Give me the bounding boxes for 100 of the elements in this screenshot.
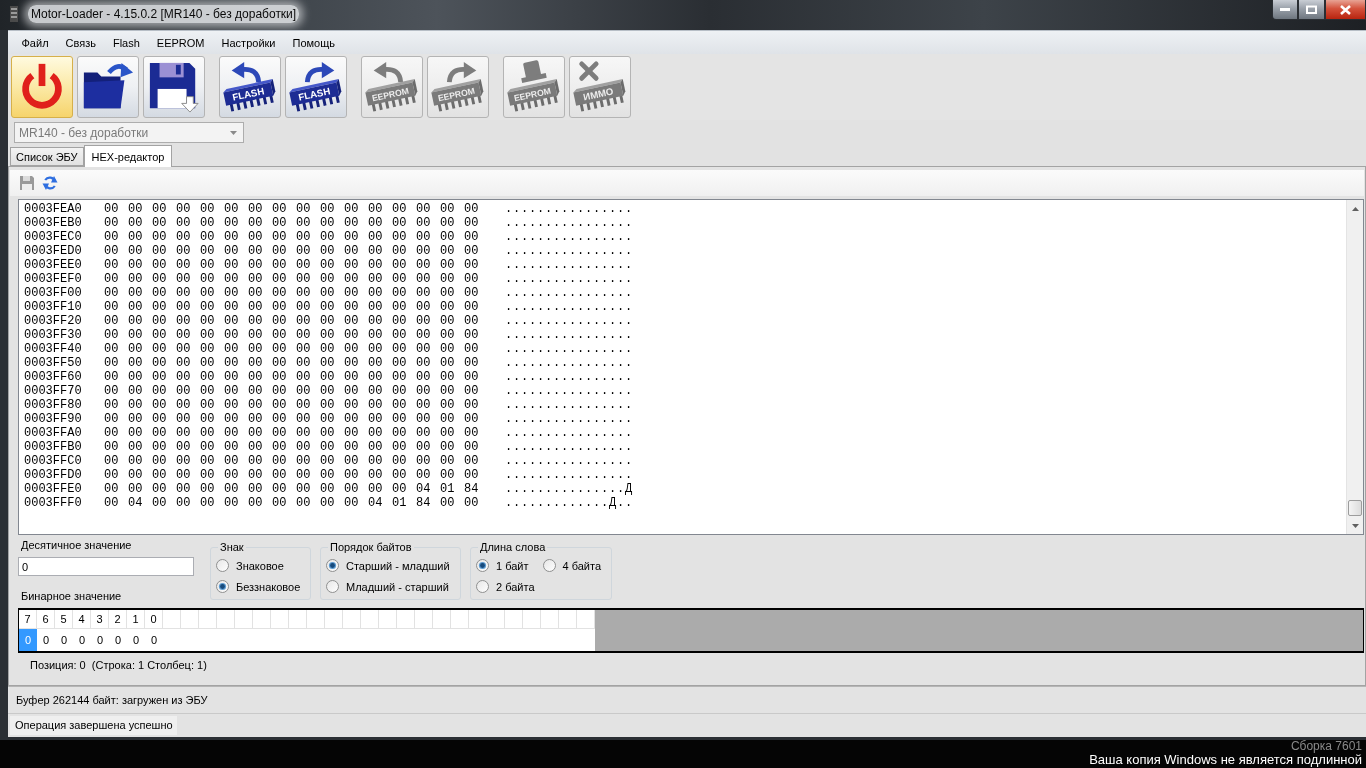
refresh-icon — [42, 175, 58, 191]
decimal-value-field[interactable]: 0 — [18, 557, 194, 576]
radio-button-icon[interactable] — [326, 559, 339, 572]
radio-button-icon[interactable] — [476, 580, 489, 593]
hex-address: 0003FEE0 — [24, 258, 83, 272]
radio-label[interactable]: 4 байта — [562, 559, 602, 572]
hex-ascii: ................ — [505, 272, 634, 286]
hex-bytes: 00 00 00 00 00 00 00 00 00 00 00 00 00 00 00 00 — [104, 342, 480, 356]
desktop-notice: Сборка 7601 — [1290, 740, 1362, 752]
menu-item[interactable]: Flash — [104, 32, 149, 53]
close-icon — [1340, 4, 1351, 15]
hex-ascii: ................ — [505, 370, 634, 384]
hex-address: 0003FFC0 — [24, 454, 83, 468]
hex-address: 0003FF10 — [24, 300, 83, 314]
radio-button-icon[interactable] — [326, 580, 339, 593]
hex-ascii: ................ — [505, 286, 634, 300]
menu-item[interactable]: Настройки — [213, 32, 284, 53]
minimize-button[interactable] — [1272, 0, 1298, 20]
maximize-icon — [1306, 5, 1317, 14]
hex-bytes: 00 00 00 00 00 00 00 00 00 00 00 00 00 00 00 00 — [104, 230, 480, 244]
hex-bytes: 00 00 00 00 00 00 00 00 00 00 00 00 00 00 00 00 — [104, 272, 480, 286]
field-label: Десятичное значение — [20, 538, 132, 552]
hex-address: 0003FFB0 — [24, 440, 83, 454]
radio-label[interactable]: Старший - младший — [346, 559, 450, 572]
hex-editor[interactable] — [18, 199, 1364, 535]
hex-address: 0003FF20 — [24, 314, 83, 328]
hex-ascii: ................ — [505, 328, 634, 342]
hex-ascii: ................ — [505, 300, 634, 314]
radio-label[interactable]: Младший - старший — [346, 580, 449, 593]
radio-label[interactable]: Знаковое — [236, 559, 284, 572]
hex-bytes: 00 00 00 00 00 00 00 00 00 00 00 00 00 00 00 00 — [104, 398, 480, 412]
hex-address: 0003FF00 — [24, 286, 83, 300]
hex-address: 0003FF90 — [24, 412, 83, 426]
radio-label[interactable]: 2 байта — [496, 580, 535, 593]
hex-ascii: ................ — [505, 216, 634, 230]
save-button[interactable] — [143, 56, 205, 118]
hex-address: 0003FF50 — [24, 356, 83, 370]
hex-address: 0003FF40 — [24, 342, 83, 356]
caret-icon — [230, 130, 237, 135]
close-button[interactable] — [1325, 0, 1366, 20]
menu-item[interactable]: EEPROM — [148, 32, 214, 53]
scroll-thumb[interactable] — [1348, 500, 1362, 516]
hex-bytes: 00 00 00 00 00 00 00 00 00 00 00 00 00 04 01 84 — [104, 482, 480, 496]
hex-ascii: ................ — [505, 244, 634, 258]
maximize-button[interactable] — [1298, 0, 1325, 20]
hex-address: 0003FEC0 — [24, 230, 83, 244]
up-arrow-icon — [1351, 206, 1359, 211]
hex-bytes: 00 00 00 00 00 00 00 00 00 00 00 00 00 00 00 00 — [104, 468, 480, 482]
hex-ascii: ................ — [505, 342, 634, 356]
hex-bytes: 00 00 00 00 00 00 00 00 00 00 00 00 00 00 00 00 — [104, 328, 480, 342]
hex-bytes: 00 00 00 00 00 00 00 00 00 00 00 00 00 00 00 00 — [104, 412, 480, 426]
tab[interactable]: Список ЭБУ — [10, 147, 84, 166]
hex-ascii: ................ — [505, 440, 634, 454]
field-label: Бинарное значение — [20, 589, 122, 603]
hex-ascii: ................ — [505, 202, 634, 216]
desktop-notice: Ваша копия Windows не является подлинной — [1089, 752, 1362, 768]
hex-bytes: 00 00 00 00 00 00 00 00 00 00 00 00 00 00 00 00 — [104, 258, 480, 272]
group-title: Длина слова — [479, 540, 547, 554]
power-button[interactable] — [11, 56, 73, 118]
hex-ascii: ................ — [505, 258, 634, 272]
hex-ascii: ................ — [505, 230, 634, 244]
hex-ascii: ................ — [505, 398, 634, 412]
scrollbar[interactable] — [1346, 200, 1363, 534]
hex-bytes: 00 00 00 00 00 00 00 00 00 00 00 00 00 00 00 00 — [104, 300, 480, 314]
open-button[interactable] — [77, 56, 139, 118]
hex-ascii: .............Д.. — [505, 496, 634, 510]
hex-ascii: ................ — [505, 384, 634, 398]
hex-address: 0003FEB0 — [24, 216, 83, 230]
hex-bytes: 00 00 00 00 00 00 00 00 00 00 00 00 00 00 00 00 — [104, 426, 480, 440]
radio-label[interactable]: Беззнаковое — [236, 580, 301, 593]
hex-address: 0003FED0 — [24, 244, 83, 258]
hex-address: 0003FF70 — [24, 384, 83, 398]
hex-address: 0003FFF0 — [24, 496, 83, 510]
hex-address: 0003FFD0 — [24, 468, 83, 482]
hex-address: 0003FFA0 — [24, 426, 83, 440]
hex-ascii: ...............Д — [505, 482, 634, 496]
menu-item[interactable]: Помощь — [284, 32, 344, 53]
hex-address: 0003FEA0 — [24, 202, 83, 216]
window-title: Motor-Loader - 4.15.0.2 [MR140 - без доработки] — [28, 5, 300, 23]
hex-bytes: 00 00 00 00 00 00 00 00 00 00 00 00 00 00 00 00 — [104, 216, 480, 230]
hex-bytes: 00 00 00 00 00 00 00 00 00 00 00 00 00 00 00 00 — [104, 244, 480, 258]
hex-address: 0003FF30 — [24, 328, 83, 342]
radio-label[interactable]: 1 байт — [496, 559, 529, 572]
hex-ascii: ................ — [505, 454, 634, 468]
radio-button-icon[interactable] — [476, 559, 489, 572]
radio-button-icon[interactable] — [216, 580, 229, 593]
down-arrow-icon — [1351, 523, 1359, 528]
tab[interactable]: HEX-редактор — [83, 145, 173, 167]
hex-address: 0003FF80 — [24, 398, 83, 412]
refresh-button[interactable] — [42, 175, 58, 191]
hex-address: 0003FF60 — [24, 370, 83, 384]
menu-item[interactable]: Файл — [13, 32, 58, 53]
radio-button-icon[interactable] — [216, 559, 229, 572]
hex-address: 0003FFE0 — [24, 482, 83, 496]
menu-item[interactable]: Связь — [57, 32, 105, 53]
floppy-disk-icon — [147, 60, 201, 114]
hex-address: 0003FEF0 — [24, 272, 83, 286]
hex-bytes: 00 00 00 00 00 00 00 00 00 00 00 00 00 00 00 00 — [104, 440, 480, 454]
radio-button-icon[interactable] — [542, 559, 556, 572]
app-icon — [10, 6, 18, 22]
